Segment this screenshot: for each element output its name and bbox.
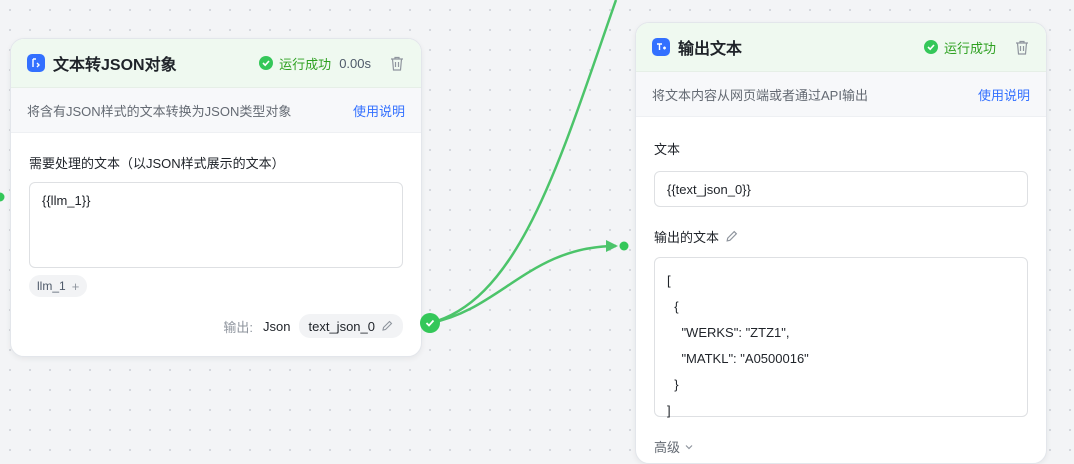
check-circle-icon [259,56,274,70]
output-text-box[interactable]: [ { "WERKS": "ZTZ1", "MATKL": "A0500016"… [654,257,1028,418]
variable-tag[interactable]: llm_1 + [29,275,88,297]
output-text-value: [ { "WERKS": "ZTZ1", "MATKL": "A0500016"… [667,273,809,418]
trash-icon[interactable] [1014,39,1030,55]
trash-icon[interactable] [389,55,405,71]
advanced-toggle[interactable]: 高级 [654,437,1028,456]
text-output-icon [652,38,670,56]
json-text-input-value: {{llm_1}} [42,193,91,208]
text-label: 文本 [654,142,681,157]
help-link[interactable]: 使用说明 [353,101,405,120]
json-transform-node[interactable]: 文本转JSON对象 运行成功 0.00s 将含有JSON样式的文本转换为JSON… [10,38,422,357]
json-text-input[interactable]: {{llm_1}} [29,182,403,268]
node-title: 输出文本 [678,41,743,58]
edge-arrowhead [606,240,618,252]
advanced-label: 高级 [654,440,681,455]
check-icon [425,319,435,327]
node-description: 将含有JSON样式的文本转换为JSON类型对象 [27,103,292,119]
node-header[interactable]: 输出文本 运行成功 [636,23,1046,72]
output-text-label: 输出的文本 [654,230,720,245]
check-circle-icon [923,40,938,54]
output-type: Json [263,318,291,334]
chevron-down-icon [684,442,694,452]
text-output-node[interactable]: 输出文本 运行成功 将文本内容从网页端或者通过API输出 使用说明 文本 {{t… [635,22,1047,464]
input-label: 需要处理的文本（以JSON样式展示的文本） [29,156,285,171]
text-input-value: {{text_json_0}} [667,181,751,197]
node-title: 文本转JSON对象 [53,57,177,74]
output-variable-chip[interactable]: text_json_0 [298,314,403,338]
node-header[interactable]: 文本转JSON对象 运行成功 0.00s [11,39,421,88]
run-duration: 0.00s [339,55,371,71]
json-transform-icon [27,54,45,72]
text-input[interactable]: {{text_json_0}} [654,171,1028,207]
variable-tag-label: llm_1 [37,279,66,293]
add-variable-button[interactable]: + [72,279,80,294]
node-description-row: 将含有JSON样式的文本转换为JSON类型对象 使用说明 [11,88,421,133]
output-variable-name: text_json_0 [308,318,376,334]
status-badge: 运行成功 0.00s [259,54,371,73]
pencil-icon[interactable] [725,230,738,243]
output-text-label-row: 输出的文本 [654,227,1028,246]
status-text: 运行成功 [279,56,332,72]
input-port-left-node[interactable] [0,192,5,202]
input-port-right-node[interactable] [619,241,629,251]
output-row: 输出: Json text_json_0 [223,314,403,338]
pencil-icon[interactable] [381,320,393,332]
output-label: 输出: [223,319,254,335]
node-description: 将文本内容从网页端或者通过API输出 [652,87,868,103]
status-text: 运行成功 [943,40,996,56]
help-link[interactable]: 使用说明 [978,85,1030,104]
node-description-row: 将文本内容从网页端或者通过API输出 使用说明 [636,72,1046,117]
status-badge: 运行成功 [923,38,996,57]
output-port-left-node[interactable] [420,313,440,333]
